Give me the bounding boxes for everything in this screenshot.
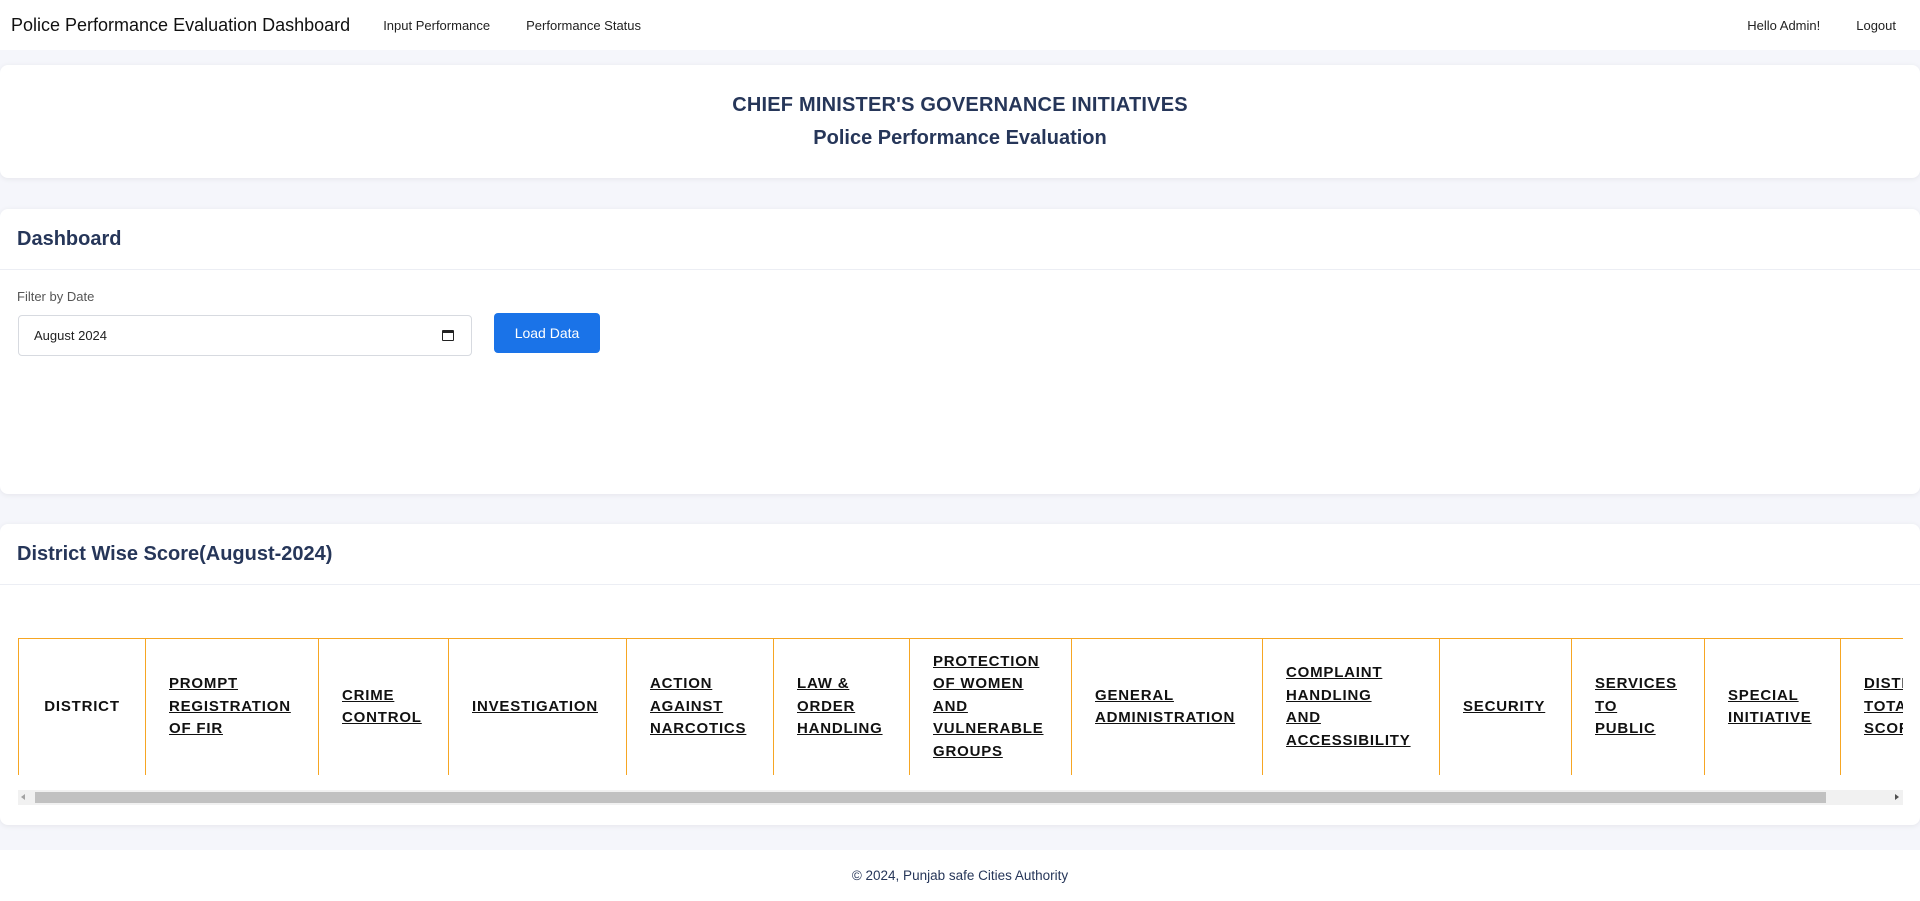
scroll-right-arrow-icon[interactable]	[1895, 794, 1899, 800]
column-header-security[interactable]: SECURITY	[1439, 638, 1572, 775]
column-header-law-order-handling[interactable]: LAW & ORDER HANDLING	[773, 638, 910, 775]
column-header-district-total-score[interactable]: DISTRICTTOTALSCORE	[1840, 638, 1903, 775]
column-header-label: ACTION AGAINST NARCOTICS	[650, 675, 747, 738]
column-header-label: DISTRICTTOTALSCORE	[1864, 675, 1903, 738]
navbar-brand[interactable]: Police Performance Evaluation Dashboard	[11, 15, 350, 36]
column-header-label: SERVICES TO PUBLIC	[1595, 675, 1677, 738]
column-header-label: INVESTIGATION	[472, 697, 598, 715]
column-header-label: COMPLAINT HANDLING AND ACCESSIBILITY	[1286, 664, 1411, 749]
column-header-label: GENERAL ADMINISTRATION	[1095, 686, 1236, 727]
dashboard-title: Dashboard	[17, 227, 122, 250]
hero-banner: CHIEF MINISTER'S GOVERNANCE INITIATIVES …	[0, 65, 1920, 178]
footer-copyright: © 2024, Punjab safe Cities Authority	[851, 868, 1069, 883]
hero-title: CHIEF MINISTER'S GOVERNANCE INITIATIVES	[732, 94, 1188, 116]
column-header-label: LAW & ORDER HANDLING	[797, 675, 883, 738]
table-header-row: DISTRICT PROMPT REGISTRATION OF FIR CRIME CON…	[18, 638, 1903, 775]
column-header-services-to-public[interactable]: SERVICES TO PUBLIC	[1571, 638, 1705, 775]
dashboard-header: Dashboard	[0, 209, 1920, 270]
user-greeting[interactable]: Hello Admin!	[1747, 18, 1820, 33]
date-filter-value: August 2024	[34, 328, 108, 343]
column-header-label: PROTECTION OF WOMEN AND VULNERABLE GROUPS	[933, 652, 1044, 760]
column-header-label: SPECIAL INITIATIVE	[1728, 686, 1812, 727]
scrollbar-thumb[interactable]	[35, 792, 1826, 803]
logout-link[interactable]: Logout	[1856, 18, 1896, 33]
calendar-icon[interactable]	[442, 330, 454, 341]
column-header-special-initiative[interactable]: SPECIAL INITIATIVE	[1704, 638, 1841, 775]
date-filter-input[interactable]: August 2024	[18, 315, 472, 356]
scroll-left-arrow-icon[interactable]	[21, 794, 25, 800]
column-header-complaint-handling-and-accessibility[interactable]: COMPLAINT HANDLING AND ACCESSIBILITY	[1262, 638, 1440, 775]
top-navbar: Police Performance Evaluation Dashboard …	[0, 0, 1920, 50]
horizontal-scrollbar[interactable]	[18, 790, 1903, 805]
district-score-card: District Wise Score(August-2024) DISTRIC…	[0, 524, 1920, 825]
column-header-label: CRIME CONTROL	[342, 686, 422, 727]
district-score-title: District Wise Score(August-2024)	[17, 542, 333, 565]
navbar-user-area: Hello Admin! Logout	[1747, 18, 1896, 33]
column-header-label: SECURITY	[1463, 697, 1546, 715]
column-header-prompt-registration-of-fir[interactable]: PROMPT REGISTRATION OF FIR	[145, 638, 319, 775]
column-header-general-administration[interactable]: GENERAL ADMINISTRATION	[1071, 638, 1263, 775]
page-footer: © 2024, Punjab safe Cities Authority	[0, 850, 1920, 901]
nav-link-input-performance[interactable]: Input Performance	[383, 18, 490, 33]
column-header-action-against-narcotics[interactable]: ACTION AGAINST NARCOTICS	[626, 638, 774, 775]
column-header-crime-control[interactable]: CRIME CONTROL	[318, 638, 449, 775]
dashboard-card: Dashboard Filter by Date August 2024 Loa…	[0, 209, 1920, 494]
column-header-investigation[interactable]: INVESTIGATION	[448, 638, 627, 775]
hero-subtitle: Police Performance Evaluation	[813, 127, 1107, 149]
column-header-label: PROMPT REGISTRATION OF FIR	[169, 675, 291, 738]
score-table: DISTRICT PROMPT REGISTRATION OF FIR CRIME CON…	[18, 638, 1903, 775]
column-header-label: DISTRICT	[44, 697, 120, 715]
column-header-protection-of-women-and-vulnerable-groups[interactable]: PROTECTION OF WOMEN AND VULNERABLE GROUPS	[909, 638, 1072, 775]
filter-date-label: Filter by Date	[17, 289, 95, 304]
load-data-button[interactable]: Load Data	[494, 313, 600, 353]
score-table-container[interactable]: DISTRICT PROMPT REGISTRATION OF FIR CRIME CON…	[18, 638, 1903, 775]
column-header-district: DISTRICT	[18, 638, 146, 775]
district-score-header: District Wise Score(August-2024)	[0, 524, 1920, 585]
nav-link-performance-status[interactable]: Performance Status	[526, 18, 641, 33]
